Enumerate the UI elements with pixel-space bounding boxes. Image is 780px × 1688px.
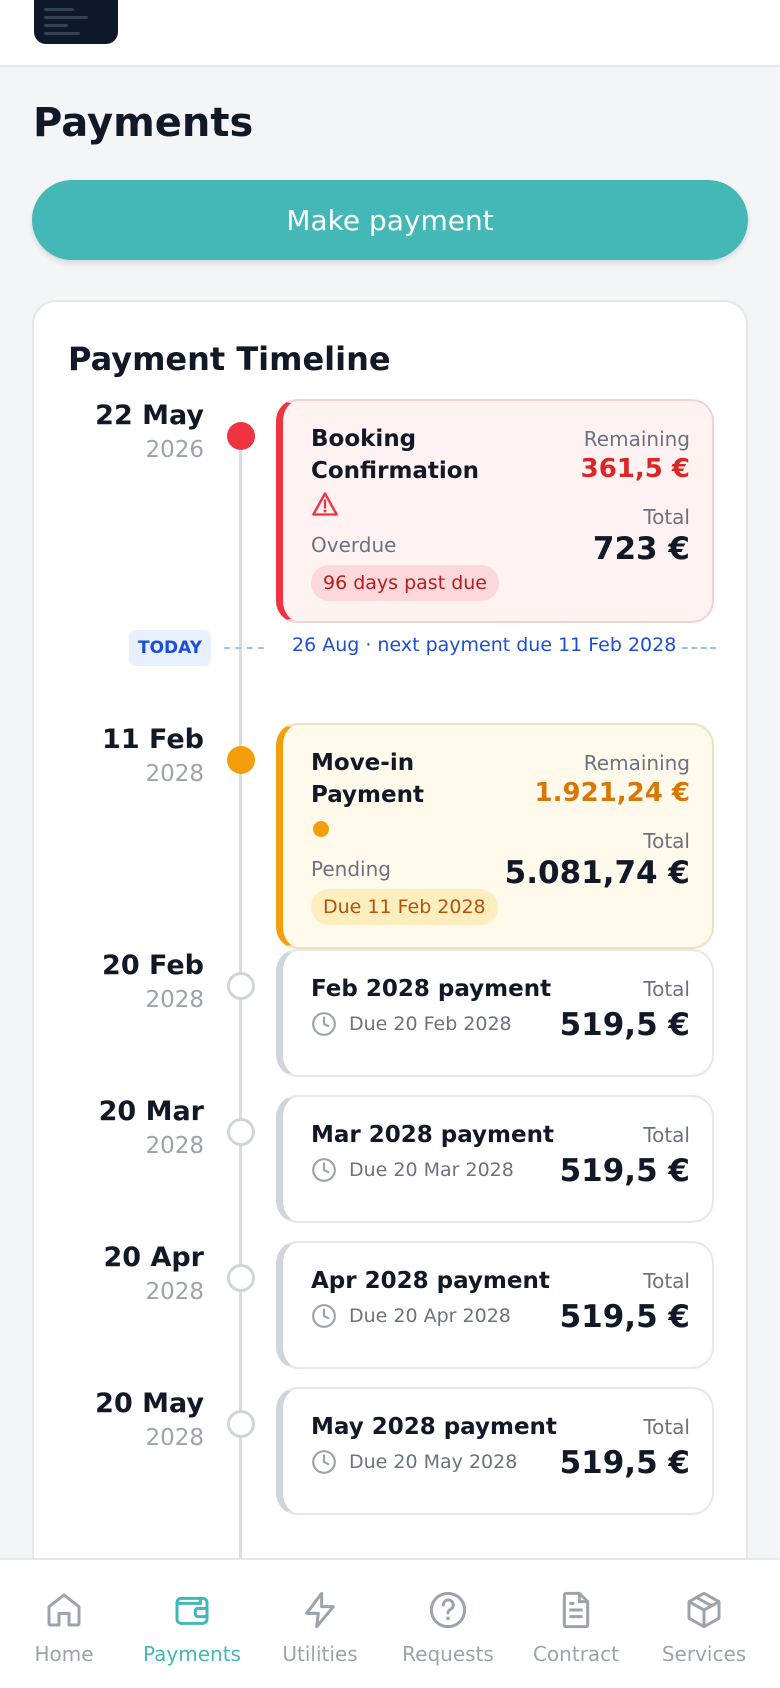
- due-date: Due 20 Feb 2028: [311, 1011, 512, 1037]
- remaining-label: Remaining: [583, 751, 690, 775]
- payment-card-may-2028[interactable]: May 2028 payment Total 519,5 € Due 20 Ma…: [276, 1387, 714, 1515]
- app-thumbnail[interactable]: [34, 0, 118, 44]
- nav-item-requests[interactable]: Requests: [384, 1590, 512, 1666]
- top-bar: [0, 0, 780, 67]
- due-date: Due 20 Mar 2028: [311, 1157, 514, 1183]
- payment-name: Feb 2028 payment: [311, 976, 552, 1002]
- upcoming-marker-icon: [227, 1410, 255, 1438]
- entry-date: 20 Feb 2028: [102, 950, 204, 1013]
- payment-name: May 2028 payment: [311, 1414, 557, 1440]
- remaining-amount: 361,5 €: [580, 454, 690, 484]
- payment-card-booking-confirmation[interactable]: Booking Confirmation Remaining 361,5 € T…: [276, 399, 714, 623]
- entry-date: 20 Mar 2028: [98, 1096, 204, 1159]
- page-title: Payments: [33, 100, 254, 146]
- remaining-label: Remaining: [583, 427, 690, 451]
- remaining-amount: 1.921,24 €: [534, 778, 690, 808]
- entry-date: 20 Apr 2028: [103, 1242, 204, 1305]
- box-icon: [687, 1591, 721, 1629]
- total-label: Total: [643, 829, 690, 853]
- clock-icon: [312, 1158, 336, 1182]
- status-badge: Due 11 Feb 2028: [311, 889, 498, 925]
- upcoming-marker-icon: [227, 1118, 255, 1146]
- pending-marker-icon: [227, 746, 255, 774]
- total-amount: 519,5 €: [559, 1299, 690, 1335]
- total-amount: 5.081,74 €: [504, 855, 690, 891]
- entry-date: 22 May 2026: [95, 400, 204, 463]
- nav-item-utilities[interactable]: Utilities: [256, 1590, 384, 1666]
- nav-item-payments[interactable]: Payments: [128, 1590, 256, 1666]
- pending-dot-icon: [313, 821, 329, 837]
- timeline-title: Payment Timeline: [68, 340, 391, 378]
- overdue-marker-icon: [227, 422, 255, 450]
- clock-icon: [312, 1450, 336, 1474]
- payment-name: Move-in Payment: [311, 750, 424, 808]
- total-label: Total: [643, 505, 690, 529]
- nav-item-services[interactable]: Services: [640, 1590, 768, 1666]
- today-text: 26 Aug · next payment due 11 Feb 2028: [292, 634, 677, 656]
- home-icon: [47, 1593, 81, 1627]
- total-amount: 519,5 €: [559, 1007, 690, 1043]
- entry-date: 20 May 2028: [95, 1388, 204, 1451]
- total-label: Total: [643, 1415, 690, 1439]
- clock-icon: [312, 1012, 336, 1036]
- total-amount: 723 €: [592, 531, 690, 567]
- payment-card-feb-2028[interactable]: Feb 2028 payment Total 519,5 € Due 20 Fe…: [276, 949, 714, 1077]
- total-label: Total: [643, 1123, 690, 1147]
- payment-card-apr-2028[interactable]: Apr 2028 payment Total 519,5 € Due 20 Ap…: [276, 1241, 714, 1369]
- payment-name: Booking Confirmation: [311, 426, 479, 484]
- make-payment-button[interactable]: Make payment: [32, 180, 748, 260]
- document-icon: [562, 1591, 590, 1629]
- payment-name: Apr 2028 payment: [311, 1268, 550, 1294]
- today-marker: TODAY 26 Aug · next payment due 11 Feb 2…: [34, 630, 750, 666]
- bottom-nav: Home Payments Utilities Requests Contrac…: [0, 1558, 780, 1688]
- bolt-icon: [305, 1591, 335, 1629]
- upcoming-marker-icon: [227, 1264, 255, 1292]
- total-label: Total: [643, 1269, 690, 1293]
- payment-card-move-in[interactable]: Move-in Payment Remaining 1.921,24 € Tot…: [276, 723, 714, 949]
- total-amount: 519,5 €: [559, 1445, 690, 1481]
- total-amount: 519,5 €: [559, 1153, 690, 1189]
- nav-item-contract[interactable]: Contract: [512, 1590, 640, 1666]
- payment-card-mar-2028[interactable]: Mar 2028 payment Total 519,5 € Due 20 Ma…: [276, 1095, 714, 1223]
- payment-name: Mar 2028 payment: [311, 1122, 554, 1148]
- entry-date: 11 Feb 2028: [102, 724, 204, 787]
- status-badge: 96 days past due: [311, 565, 499, 601]
- due-date: Due 20 Apr 2028: [311, 1303, 511, 1329]
- warning-icon: [312, 492, 338, 516]
- today-dash-right: [682, 647, 716, 649]
- today-dash-left: [224, 647, 264, 649]
- question-icon: [429, 1591, 467, 1629]
- wallet-icon: [175, 1596, 209, 1625]
- due-date: Due 20 May 2028: [311, 1449, 517, 1475]
- clock-icon: [312, 1304, 336, 1328]
- upcoming-marker-icon: [227, 972, 255, 1000]
- total-label: Total: [643, 977, 690, 1001]
- status-text: Overdue: [311, 533, 397, 557]
- today-badge: TODAY: [129, 630, 211, 666]
- status-text: Pending: [311, 857, 391, 881]
- payment-timeline-card: Payment Timeline 22 May 2026 Booking Con…: [32, 300, 748, 1688]
- nav-item-home[interactable]: Home: [0, 1590, 128, 1666]
